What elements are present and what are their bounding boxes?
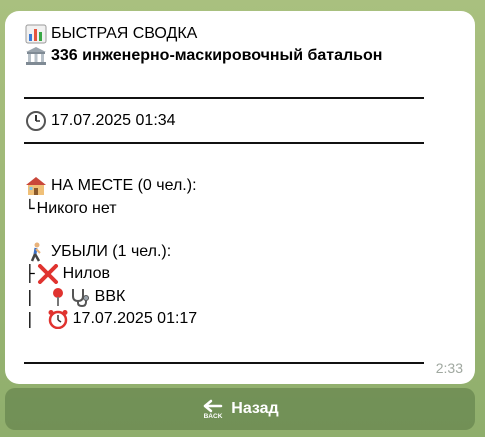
tree-branch: ├ [25, 264, 35, 283]
stethoscope-icon [69, 287, 91, 308]
back-arrow-icon: BACK [201, 398, 225, 420]
unit-row: 336 инженерно-маскировочный батальон [25, 46, 382, 66]
summary-datetime: 17.07.2025 01:34 [51, 112, 176, 129]
left-header: УБЫЛИ (1 чел.): [51, 243, 172, 260]
reason-time-row: | 17.07.2025 01:17 [25, 309, 198, 330]
message-bubble: БЫСТРАЯ СВОДКА 336 инженерно-маскировочн… [5, 11, 475, 384]
summary-title-row: БЫСТРАЯ СВОДКА [25, 24, 197, 44]
walking-person-icon [25, 242, 47, 262]
reason-row: | ВВК [25, 287, 126, 308]
reason-time: 17.07.2025 01:17 [72, 310, 198, 327]
back-button[interactable]: BACK Назад [5, 388, 475, 430]
unit-name: 336 инженерно-маскировочный батальон [51, 47, 383, 64]
present-empty-row: └ Никого нет [25, 199, 117, 219]
separator [24, 362, 424, 364]
person-row: ├ Нилов [25, 264, 110, 284]
separator [24, 97, 424, 99]
datetime-row: 17.07.2025 01:34 [25, 111, 176, 131]
tree-branch: | [25, 309, 35, 328]
separator [24, 142, 424, 144]
person-name: Нилов [62, 265, 111, 282]
house-icon [25, 176, 47, 196]
reason: ВВК [94, 288, 126, 305]
chart-icon [25, 24, 47, 44]
back-icon-text: BACK [204, 413, 223, 420]
summary-title: БЫСТРАЯ СВОДКА [51, 25, 198, 42]
tree-branch: | [25, 287, 35, 306]
clock-icon [25, 111, 47, 131]
message-time: 2:33 [435, 360, 463, 376]
cross-mark-icon [37, 264, 59, 284]
pushpin-icon [47, 287, 69, 307]
present-header-row: НА МЕСТЕ (0 чел.): [25, 176, 197, 196]
present-empty: Никого нет [36, 200, 117, 217]
classical-building-icon [25, 46, 47, 66]
alarm-clock-icon [47, 309, 69, 330]
present-header: НА МЕСТЕ (0 чел.): [51, 177, 197, 194]
left-header-row: УБЫЛИ (1 чел.): [25, 242, 171, 262]
back-button-label: Назад [231, 400, 279, 417]
tree-branch: └ [25, 199, 35, 218]
